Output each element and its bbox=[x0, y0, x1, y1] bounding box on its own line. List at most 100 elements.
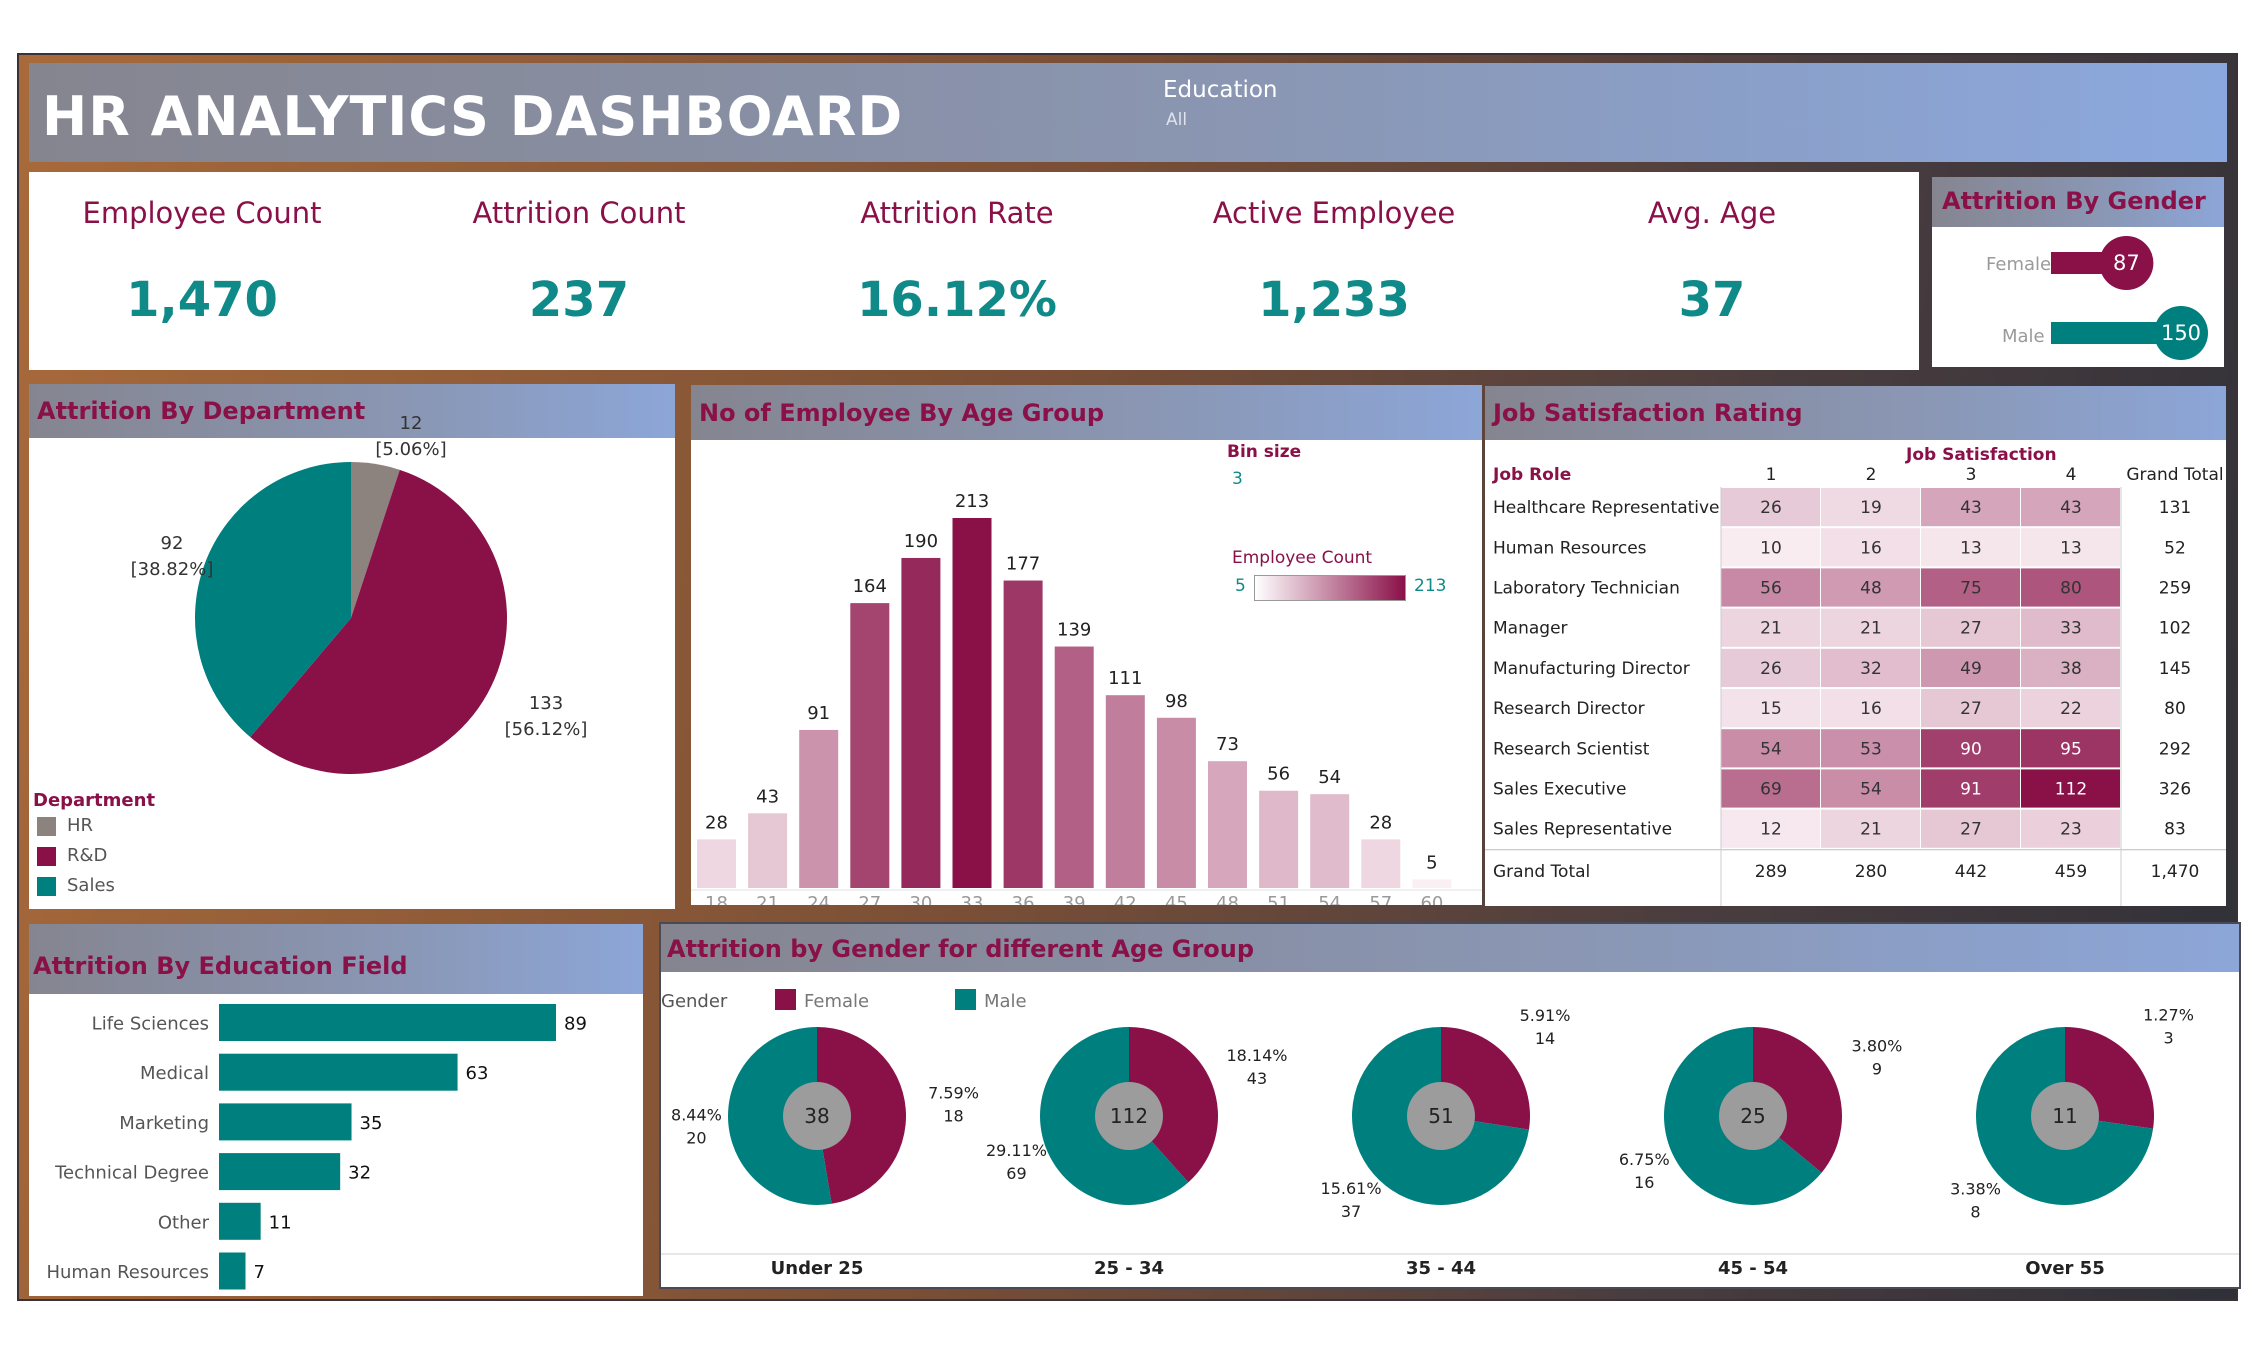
age-bar-label-21: 43 bbox=[756, 786, 779, 807]
education-filter-label: Education bbox=[1163, 77, 1278, 103]
job-role-research-director: Research Director bbox=[1493, 699, 1645, 719]
age-bar-36 bbox=[1003, 580, 1043, 888]
age-bar-label-48: 73 bbox=[1216, 734, 1239, 755]
edu-label-marketing: Marketing bbox=[119, 1113, 209, 1134]
job-cell-value-healthcare-representative-1: 26 bbox=[1760, 498, 1782, 518]
age-tick-24: 24 bbox=[807, 893, 830, 905]
kpi-value-avg-age: 37 bbox=[1678, 272, 1746, 328]
donut-male-pct-35-44: 15.61% bbox=[1321, 1179, 1382, 1198]
job-cell-value-manufacturing-director-4: 38 bbox=[2060, 659, 2082, 679]
donut-male-count-35-44: 37 bbox=[1341, 1202, 1361, 1221]
job-cell-value-research-scientist-3: 90 bbox=[1960, 739, 1982, 759]
age-tick-51: 51 bbox=[1267, 893, 1290, 905]
job-role-laboratory-technician: Laboratory Technician bbox=[1493, 579, 1680, 599]
donut-female-count-over-55: 3 bbox=[2163, 1028, 2173, 1047]
job-row-total-human-resources: 52 bbox=[2164, 538, 2186, 558]
edu-label-technical-degree: Technical Degree bbox=[54, 1163, 209, 1184]
kpi-label-attrition-count: Attrition Count bbox=[472, 196, 686, 230]
edu-value-other: 11 bbox=[269, 1212, 292, 1233]
job-cell-value-manager-1: 21 bbox=[1760, 619, 1782, 639]
kpi-label-avg-age: Avg. Age bbox=[1647, 196, 1777, 230]
job-cell-value-sales-representative-2: 21 bbox=[1860, 820, 1882, 840]
department-panel: Attrition By Department 12 [5.06%] 133 [56.… bbox=[29, 384, 675, 909]
job-cell-value-manufacturing-director-2: 32 bbox=[1860, 659, 1882, 679]
donut-female-count-under-25: 18 bbox=[943, 1107, 963, 1126]
job-cell-value-sales-executive-2: 54 bbox=[1860, 780, 1882, 800]
donut-total-over-55: 11 bbox=[2052, 1104, 2077, 1128]
job-cell-value-research-director-3: 27 bbox=[1960, 699, 1982, 719]
title-bar: HR ANALYTICS DASHBOARD Education All bbox=[29, 63, 2227, 162]
job-role-healthcare-representative: Healthcare Representative bbox=[1493, 498, 1720, 518]
age-bar-label-45: 98 bbox=[1165, 691, 1188, 712]
pie-label-value-hr: 12 bbox=[400, 413, 423, 434]
age-tick-21: 21 bbox=[756, 893, 779, 905]
job-row-total-sales-representative: 83 bbox=[2164, 820, 2186, 840]
donut-male-count-over-55: 8 bbox=[1970, 1202, 1980, 1221]
age-tick-42: 42 bbox=[1114, 893, 1137, 905]
donut-group-label-under-25: Under 25 bbox=[771, 1258, 864, 1279]
donut-total-25-34: 112 bbox=[1110, 1104, 1148, 1128]
job-satisfaction-panel: Job Satisfaction Rating Job Satisfaction… bbox=[1485, 386, 2226, 906]
age-tick-33: 33 bbox=[961, 893, 984, 905]
kpi-value-employee-count: 1,470 bbox=[126, 272, 278, 328]
edu-bar-life-sciences bbox=[219, 1004, 556, 1041]
donut-female-count-45-54: 9 bbox=[1872, 1060, 1882, 1079]
age-group-bar-chart: 28 18 43 21 91 24 164 27 190 30 213 33 177 36 139 39 111… bbox=[691, 491, 1482, 905]
legend-label-sales: Sales bbox=[67, 875, 115, 896]
job-cell-value-manufacturing-director-1: 26 bbox=[1760, 659, 1782, 679]
job-role-header: Job Role bbox=[1492, 465, 1571, 485]
pie-label-pct-hr: [5.06%] bbox=[375, 439, 446, 460]
age-bar-label-24: 91 bbox=[807, 703, 830, 724]
donut-male-count-45-54: 16 bbox=[1634, 1173, 1654, 1192]
donut-male-pct-45-54: 6.75% bbox=[1619, 1150, 1670, 1169]
gender-bar-chart: 87 150 bbox=[2051, 236, 2208, 360]
age-bar-60 bbox=[1412, 879, 1452, 888]
donut-female-pct-under-25: 7.59% bbox=[928, 1084, 979, 1103]
age-bar-label-39: 139 bbox=[1057, 620, 1091, 641]
job-cell-value-human-resources-2: 16 bbox=[1860, 538, 1882, 558]
age-bar-21 bbox=[748, 813, 788, 888]
donut-total-under-25: 38 bbox=[804, 1104, 829, 1128]
job-grand-total-label: Grand Total bbox=[1493, 862, 1590, 882]
job-role-human-resources: Human Resources bbox=[1493, 538, 1647, 558]
edu-bar-human-resources bbox=[219, 1252, 246, 1290]
gender-panel: Attrition By Gender Female Male 87 150 bbox=[1932, 177, 2224, 367]
age-bar-27 bbox=[850, 603, 890, 888]
job-column-header-1: 1 bbox=[1766, 465, 1777, 485]
edu-label-human-resources: Human Resources bbox=[46, 1262, 209, 1283]
edu-value-marketing: 35 bbox=[360, 1113, 383, 1134]
age-tick-36: 36 bbox=[1012, 893, 1035, 905]
edu-bar-technical-degree bbox=[219, 1153, 341, 1191]
pie-label-pct-r-d: [56.12%] bbox=[505, 719, 588, 740]
job-cell-value-manager-3: 27 bbox=[1960, 619, 1982, 639]
job-role-sales-executive: Sales Executive bbox=[1493, 780, 1626, 800]
job-cell-value-laboratory-technician-3: 75 bbox=[1960, 579, 1982, 599]
donut-female-pct-25-34: 18.14% bbox=[1226, 1046, 1287, 1065]
edu-bar-other bbox=[219, 1202, 261, 1240]
age-bar-48 bbox=[1208, 761, 1247, 888]
age-tick-39: 39 bbox=[1063, 893, 1086, 905]
kpi-label-employee-count: Employee Count bbox=[82, 196, 322, 230]
education-filter-dropdown[interactable]: All bbox=[1166, 110, 1187, 130]
age-tick-30: 30 bbox=[909, 893, 932, 905]
donut-group-label-35-44: 35 - 44 bbox=[1406, 1258, 1476, 1279]
job-cell-value-sales-representative-3: 27 bbox=[1960, 820, 1982, 840]
job-grand-total-1: 289 bbox=[1755, 862, 1787, 882]
donut-group-label-over-55: Over 55 bbox=[2025, 1258, 2104, 1279]
legend-swatch-hr bbox=[37, 817, 56, 836]
donut-male-pct-under-25: 8.44% bbox=[671, 1106, 722, 1125]
job-cell-value-healthcare-representative-4: 43 bbox=[2060, 498, 2082, 518]
job-row-total-sales-executive: 326 bbox=[2159, 780, 2191, 800]
donut-female-count-35-44: 14 bbox=[1535, 1029, 1555, 1048]
kpi-label-attrition-rate: Attrition Rate bbox=[860, 196, 1054, 230]
age-bar-label-57: 28 bbox=[1369, 812, 1392, 833]
donut-female-pct-35-44: 5.91% bbox=[1520, 1006, 1571, 1025]
age-bar-24 bbox=[799, 729, 839, 888]
donut-male-count-25-34: 69 bbox=[1006, 1164, 1026, 1183]
job-cell-value-sales-executive-1: 69 bbox=[1760, 780, 1782, 800]
age-tick-54: 54 bbox=[1318, 893, 1341, 905]
job-grand-total-header: Grand Total bbox=[2126, 465, 2223, 485]
job-column-header-4: 4 bbox=[2066, 465, 2077, 485]
education-panel: Attrition By Education Field Life Scienc… bbox=[29, 924, 643, 1296]
legend-swatch-rnd bbox=[37, 847, 56, 866]
